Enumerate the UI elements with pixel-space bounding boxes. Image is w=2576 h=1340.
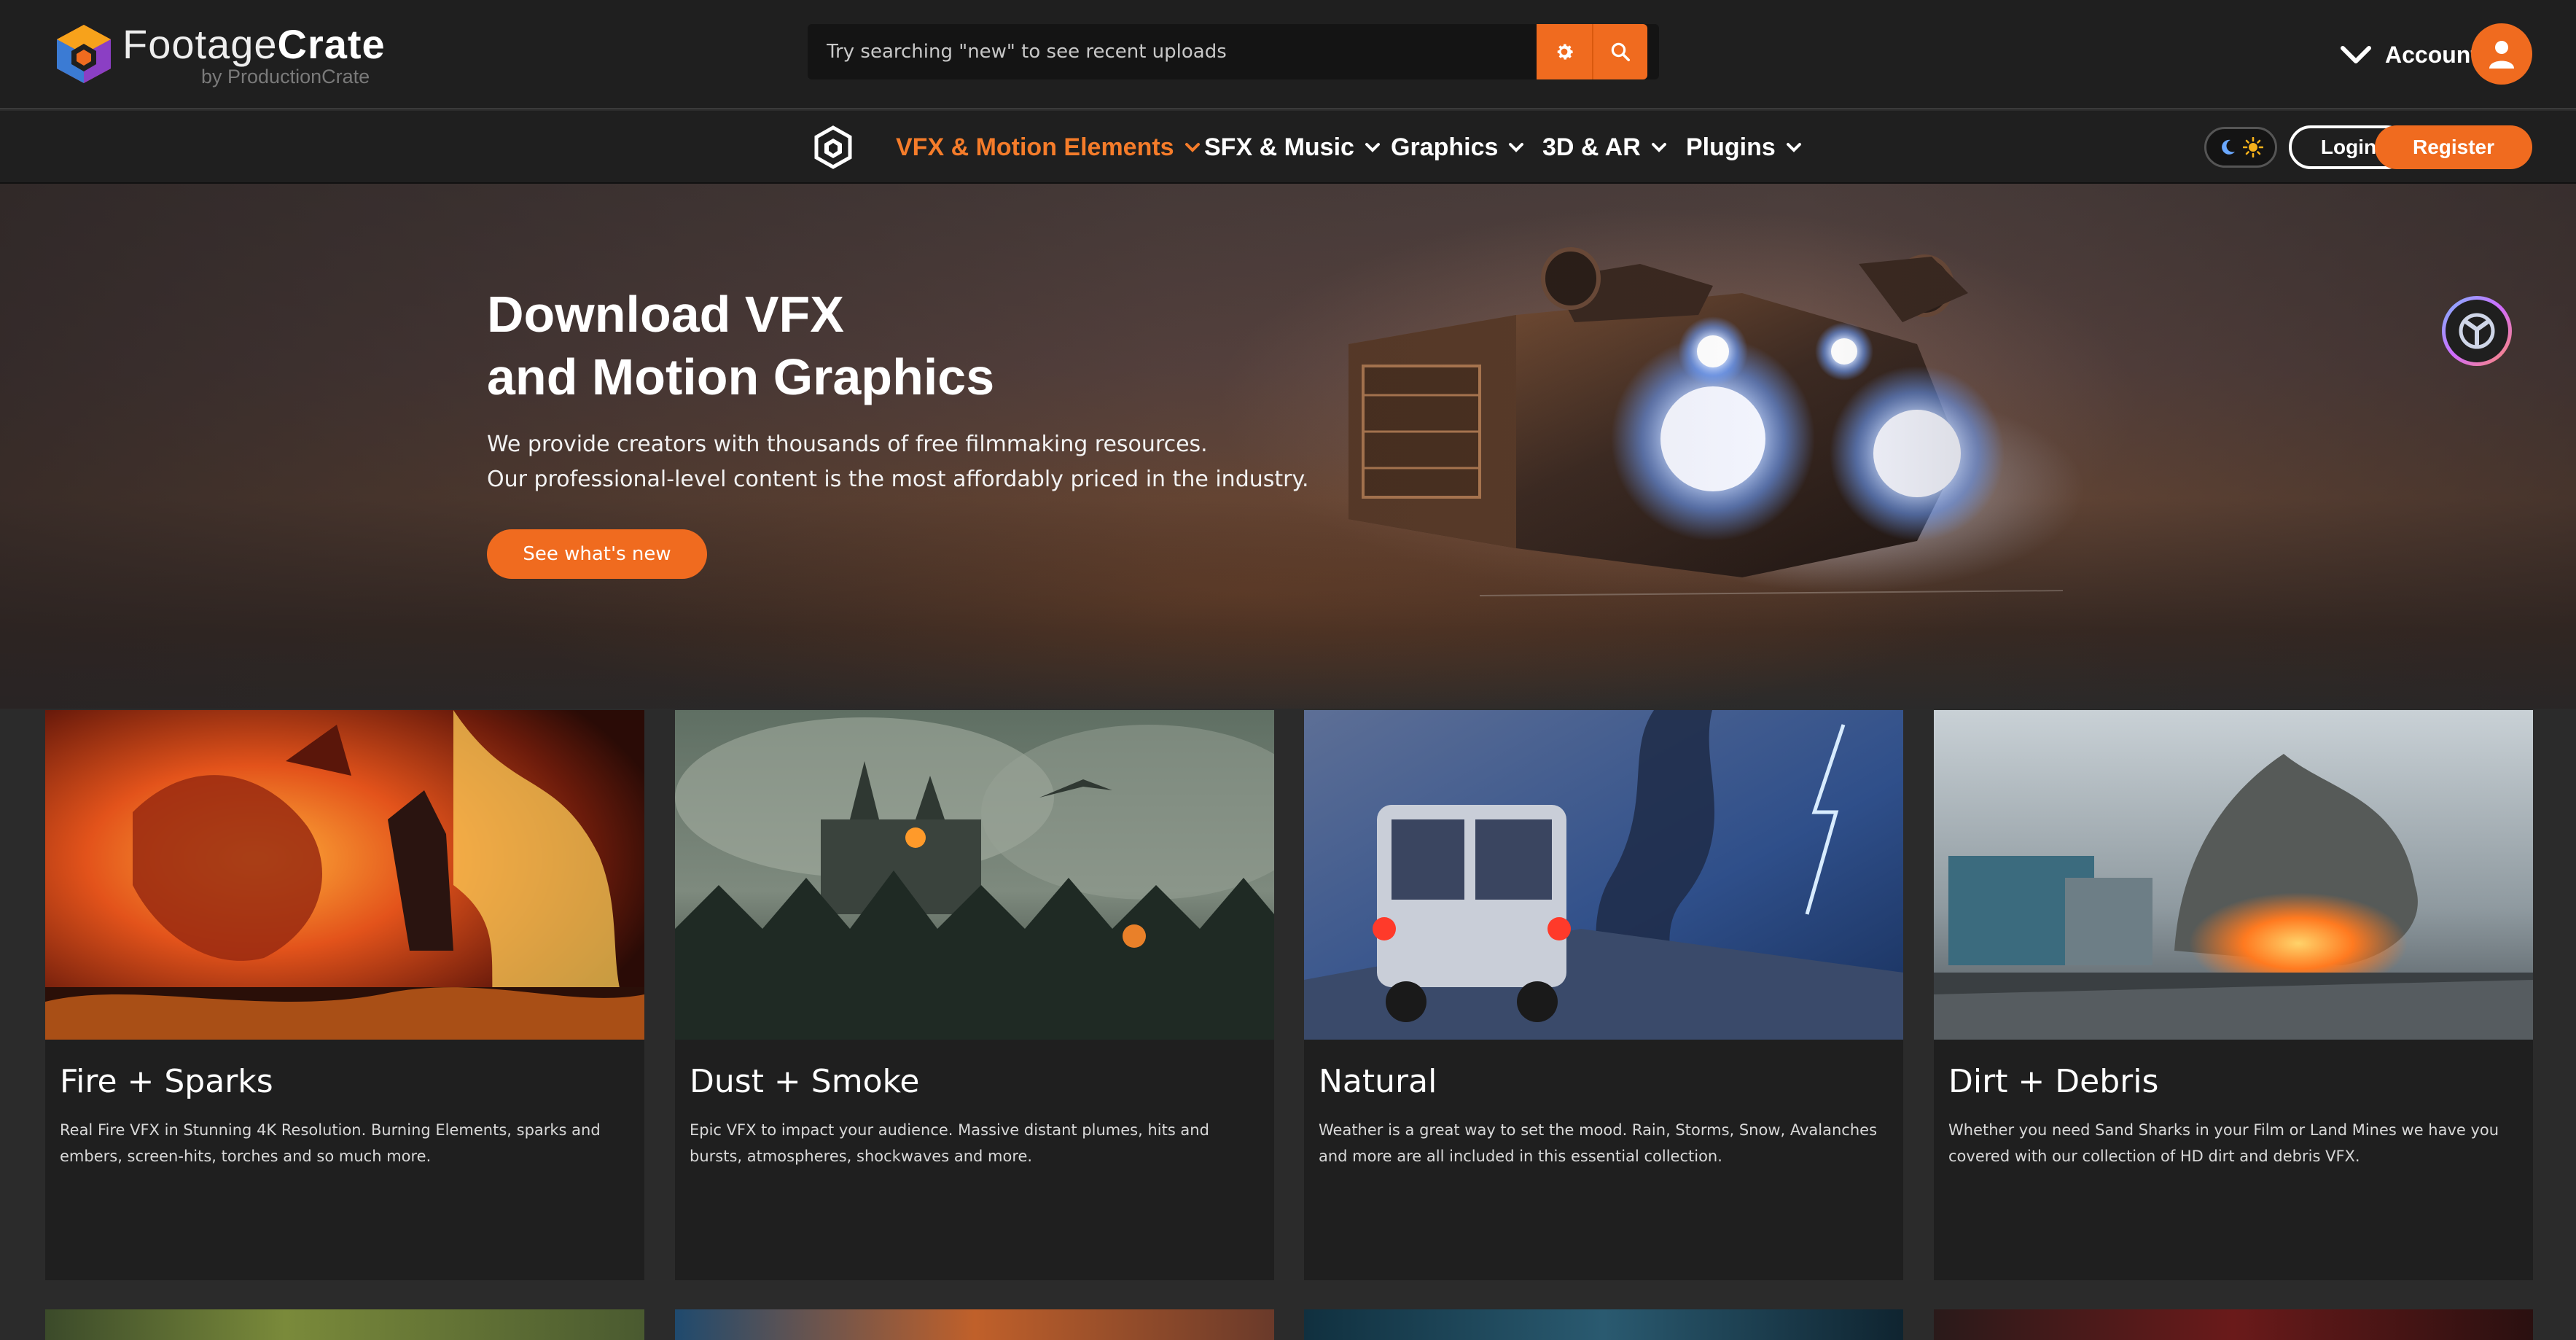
card-description: Real Fire VFX in Stunning 4K Resolution.… — [60, 1121, 601, 1165]
gear-icon — [1557, 44, 1573, 60]
chevron-down-icon — [1365, 143, 1380, 152]
register-button[interactable]: Register — [2375, 125, 2532, 169]
nav-item-3d-ar[interactable]: 3D & AR — [1542, 131, 1667, 163]
hero-title-line: and Motion Graphics — [487, 348, 995, 405]
search-icon — [1611, 42, 1630, 61]
nav-item-label: SFX & Music — [1204, 133, 1354, 161]
theme-toggle[interactable] — [2204, 127, 2277, 168]
dirt-debris-thumbnail — [1934, 710, 2533, 1040]
avatar[interactable] — [2471, 23, 2532, 85]
hero-title: Download VFX and Motion Graphics — [487, 283, 994, 408]
category-card-natural[interactable]: Natural Weather is a great way to set th… — [1304, 710, 1903, 1280]
nav-item-sfx-music[interactable]: SFX & Music — [1204, 131, 1381, 163]
natural-thumbnail — [1304, 710, 1903, 1040]
nav-item-plugins[interactable]: Plugins — [1686, 131, 1802, 163]
search-bar — [808, 24, 1659, 79]
main-nav: VFX & Motion Elements SFX & Music Graphi… — [0, 111, 2576, 184]
category-card-dust-smoke[interactable]: Dust + Smoke Epic VFX to impact your aud… — [675, 710, 1274, 1280]
account-menu[interactable]: Account — [2340, 29, 2478, 80]
logo-cube-icon[interactable] — [51, 22, 117, 86]
hero-title-line: Download VFX — [487, 286, 844, 343]
nav-item-label: Graphics — [1391, 133, 1499, 161]
category-card-row2-2[interactable] — [675, 1309, 1274, 1340]
dust-smoke-thumbnail — [675, 710, 1274, 1040]
category-card-dirt-debris[interactable]: Dirt + Debris Whether you need Sand Shar… — [1934, 710, 2533, 1280]
see-whats-new-button[interactable]: See what's new — [487, 529, 707, 579]
moon-icon — [2222, 139, 2235, 155]
category-card-row2-4[interactable] — [1934, 1309, 2533, 1340]
floating-assistant-button[interactable] — [2442, 296, 2512, 366]
crate-mark-icon[interactable] — [814, 125, 852, 169]
search-settings-button[interactable] — [1537, 24, 1592, 79]
chevron-down-icon — [1786, 143, 1801, 152]
crate-mark-icon — [2459, 313, 2495, 349]
nav-item-label: Plugins — [1686, 133, 1776, 161]
nav-item-label: 3D & AR — [1542, 133, 1641, 161]
user-icon — [2489, 41, 2514, 69]
account-label: Account — [2385, 41, 2478, 68]
nav-item-graphics[interactable]: Graphics — [1391, 131, 1524, 163]
card-title: Fire + Sparks — [60, 1063, 273, 1100]
nav-item-vfx-motion[interactable]: VFX & Motion Elements — [896, 131, 1201, 163]
category-card-row2-3[interactable] — [1304, 1309, 1903, 1340]
brand-name[interactable]: FootageCrate — [122, 20, 386, 68]
card-title: Natural — [1319, 1063, 1437, 1100]
fire-sparks-thumbnail — [45, 710, 644, 1040]
hero-description: We provide creators with thousands of fr… — [487, 427, 1309, 497]
floating-assistant-inner — [2446, 300, 2508, 362]
chevron-down-icon — [1509, 143, 1524, 152]
chevron-down-icon — [1184, 143, 1200, 152]
card-description: Epic VFX to impact your audience. Massiv… — [690, 1121, 1209, 1165]
chevron-down-icon — [2341, 46, 2371, 63]
search-button[interactable] — [1592, 24, 1647, 79]
search-input[interactable] — [808, 24, 1659, 79]
hero-banner: Download VFX and Motion Graphics We prov… — [0, 184, 2576, 709]
top-header: FootageCrate by ProductionCrate Account — [0, 0, 2576, 109]
card-description: Whether you need Sand Sharks in your Fil… — [1948, 1121, 2499, 1165]
category-card-row2-1[interactable] — [45, 1309, 644, 1340]
category-card-fire-sparks[interactable]: Fire + Sparks Real Fire VFX in Stunning … — [45, 710, 644, 1280]
brand-name-light: Footage — [122, 21, 278, 67]
hero-text-line: Our professional-level content is the mo… — [487, 467, 1309, 492]
card-description: Weather is a great way to set the mood. … — [1319, 1121, 1878, 1165]
chevron-down-icon — [1651, 143, 1666, 152]
hero-text-line: We provide creators with thousands of fr… — [487, 432, 1208, 457]
card-title: Dirt + Debris — [1948, 1063, 2159, 1100]
sun-icon — [2243, 137, 2263, 157]
nav-item-label: VFX & Motion Elements — [896, 133, 1174, 161]
card-title: Dust + Smoke — [690, 1063, 920, 1100]
brand-name-bold: Crate — [277, 21, 386, 67]
brand-subtitle: by ProductionCrate — [201, 66, 370, 87]
